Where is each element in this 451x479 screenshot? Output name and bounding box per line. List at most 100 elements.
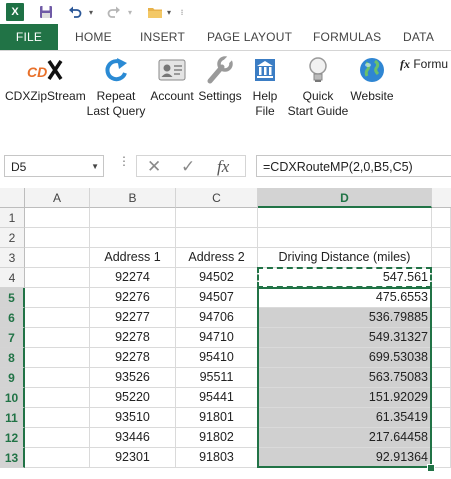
cell-d9[interactable]: 563.75083 — [258, 368, 432, 388]
cell-e8[interactable] — [432, 348, 451, 368]
cell-a2[interactable] — [25, 228, 90, 248]
cell-d10[interactable]: 151.92029 — [258, 388, 432, 408]
cell-c2[interactable] — [176, 228, 258, 248]
open-folder-icon[interactable] — [146, 3, 164, 21]
cell-a10[interactable] — [25, 388, 90, 408]
cell-c12[interactable]: 91802 — [176, 428, 258, 448]
cell-b4[interactable]: 92274 — [90, 268, 176, 288]
cell-e11[interactable] — [432, 408, 451, 428]
cell-d12[interactable]: 217.64458 — [258, 428, 432, 448]
tab-page-layout[interactable]: PAGE LAYOUT — [207, 24, 292, 50]
column-header-b[interactable]: B — [90, 188, 176, 208]
cell-c11[interactable]: 91801 — [176, 408, 258, 428]
cell-a8[interactable] — [25, 348, 90, 368]
formula-bar-resize-handle[interactable]: ⋮ — [118, 155, 130, 167]
cell-e1[interactable] — [432, 208, 451, 228]
cell-b2[interactable] — [90, 228, 176, 248]
cell-b13[interactable]: 92301 — [90, 448, 176, 468]
tab-insert[interactable]: INSERT — [140, 24, 185, 50]
redo-icon[interactable] — [106, 3, 122, 21]
tab-home[interactable]: HOME — [75, 24, 112, 50]
cell-e4[interactable] — [432, 268, 451, 288]
row-header-1[interactable]: 1 — [0, 208, 25, 228]
cdxzipstream-button[interactable]: CD CDXZipStream — [5, 55, 86, 104]
column-header-e[interactable] — [432, 188, 451, 208]
row-header-13[interactable]: 13 — [0, 448, 25, 468]
cell-d11[interactable]: 61.35419 — [258, 408, 432, 428]
cell-a12[interactable] — [25, 428, 90, 448]
cell-d5[interactable]: 475.6553 — [258, 288, 432, 308]
cell-b7[interactable]: 92278 — [90, 328, 176, 348]
cell-d6[interactable]: 536.79885 — [258, 308, 432, 328]
cell-d2[interactable] — [258, 228, 432, 248]
cell-a9[interactable] — [25, 368, 90, 388]
cell-e2[interactable] — [432, 228, 451, 248]
cell-b12[interactable]: 93446 — [90, 428, 176, 448]
cell-b8[interactable]: 92278 — [90, 348, 176, 368]
undo-dropdown-icon[interactable]: ▾ — [87, 3, 95, 21]
row-header-3[interactable]: 3 — [0, 248, 25, 268]
cell-d7[interactable]: 549.31327 — [258, 328, 432, 348]
tab-data[interactable]: DATA — [403, 24, 434, 50]
cell-e12[interactable] — [432, 428, 451, 448]
column-header-c[interactable]: C — [176, 188, 258, 208]
cell-c1[interactable] — [176, 208, 258, 228]
enter-check-icon[interactable]: ✓ — [181, 156, 195, 178]
cell-a5[interactable] — [25, 288, 90, 308]
cell-e3[interactable] — [432, 248, 451, 268]
customize-toolbar-icon[interactable]: ⁝ — [178, 3, 186, 21]
cell-b6[interactable]: 92277 — [90, 308, 176, 328]
formula-input[interactable]: =CDXRouteMP(2,0,B5,C5) — [256, 155, 451, 177]
cell-e6[interactable] — [432, 308, 451, 328]
cell-c4[interactable]: 94502 — [176, 268, 258, 288]
cell-a7[interactable] — [25, 328, 90, 348]
cell-d3[interactable]: Driving Distance (miles) — [258, 248, 432, 268]
cell-a3[interactable] — [25, 248, 90, 268]
cell-b10[interactable]: 95220 — [90, 388, 176, 408]
cell-a4[interactable] — [25, 268, 90, 288]
column-header-a[interactable]: A — [25, 188, 90, 208]
row-header-2[interactable]: 2 — [0, 228, 25, 248]
cell-c5[interactable]: 94507 — [176, 288, 258, 308]
cell-b1[interactable] — [90, 208, 176, 228]
fill-handle[interactable] — [427, 464, 435, 472]
cell-d1[interactable] — [258, 208, 432, 228]
settings-button[interactable]: Settings — [197, 55, 243, 104]
cell-b9[interactable]: 93526 — [90, 368, 176, 388]
cell-b11[interactable]: 93510 — [90, 408, 176, 428]
row-header-4[interactable]: 4 — [0, 268, 25, 288]
cell-c7[interactable]: 94710 — [176, 328, 258, 348]
account-button[interactable]: Account — [147, 55, 197, 104]
name-box[interactable]: D5 ▼ — [4, 155, 104, 177]
cell-c13[interactable]: 91803 — [176, 448, 258, 468]
row-header-8[interactable]: 8 — [0, 348, 25, 368]
cell-c10[interactable]: 95441 — [176, 388, 258, 408]
tab-formulas[interactable]: FORMULAS — [313, 24, 381, 50]
column-header-d[interactable]: D — [258, 188, 432, 208]
cell-b3[interactable]: Address 1 — [90, 248, 176, 268]
website-button[interactable]: Website — [348, 55, 396, 104]
row-header-7[interactable]: 7 — [0, 328, 25, 348]
save-icon[interactable] — [38, 3, 54, 21]
cancel-x-icon[interactable]: ✕ — [147, 156, 161, 178]
cell-a6[interactable] — [25, 308, 90, 328]
cell-d4[interactable]: 547.561 — [258, 268, 432, 288]
cell-e10[interactable] — [432, 388, 451, 408]
row-header-11[interactable]: 11 — [0, 408, 25, 428]
cell-e7[interactable] — [432, 328, 451, 348]
help-file-button[interactable]: Help File — [246, 55, 284, 119]
row-header-12[interactable]: 12 — [0, 428, 25, 448]
insert-function-icon[interactable]: fx — [217, 156, 229, 178]
cell-c3[interactable]: Address 2 — [176, 248, 258, 268]
cell-e9[interactable] — [432, 368, 451, 388]
insert-function-group[interactable]: fx Formu — [400, 57, 448, 72]
row-header-9[interactable]: 9 — [0, 368, 25, 388]
row-header-10[interactable]: 10 — [0, 388, 25, 408]
cell-a1[interactable] — [25, 208, 90, 228]
cell-e5[interactable] — [432, 288, 451, 308]
quick-start-guide-button[interactable]: Quick Start Guide — [285, 55, 351, 119]
row-header-5[interactable]: 5 — [0, 288, 25, 308]
folder-dropdown-icon[interactable]: ▾ — [165, 3, 173, 21]
redo-dropdown-icon[interactable]: ▾ — [126, 3, 134, 21]
cell-a13[interactable] — [25, 448, 90, 468]
